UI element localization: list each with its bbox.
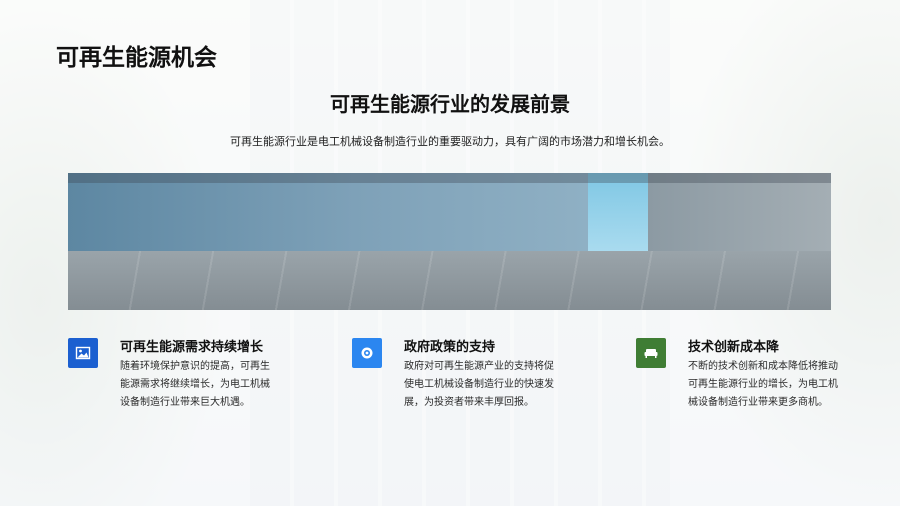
hero-wall-right xyxy=(648,173,831,251)
hero-wall-left xyxy=(68,173,588,251)
hero-image xyxy=(68,173,831,310)
feature-card-body: 政府对可再生能源产业的支持将促使电工机械设备制造行业的快速发展，为投资者带来丰厚… xyxy=(404,361,554,408)
slide-headline: 可再生能源行业的发展前景 xyxy=(330,92,570,116)
hero-ceiling xyxy=(68,173,831,183)
hero-opening xyxy=(588,173,648,251)
slide-subtitle: 可再生能源行业是电工机械设备制造行业的重要驱动力，具有广阔的市场潜力和增长机会。 xyxy=(230,135,670,148)
hero-floor xyxy=(68,251,831,310)
target-icon xyxy=(352,338,382,368)
feature-card-body: 随着环境保护意识的提高，可再生能源需求将继续增长，为电工机械设备制造行业带来巨大… xyxy=(120,361,270,408)
page-title: 可再生能源机会 xyxy=(56,45,217,71)
feature-card-body: 不断的技术创新和成本降低将推动可再生能源行业的增长，为电工机械设备制造行业带来更… xyxy=(688,361,838,408)
feature-card-title: 政府政策的支持 xyxy=(404,340,496,355)
feature-card-title: 可再生能源需求持续增长 xyxy=(120,340,264,355)
sofa-icon xyxy=(636,338,666,368)
image-icon xyxy=(68,338,98,368)
feature-card-title: 技术创新成本降 xyxy=(688,340,780,355)
